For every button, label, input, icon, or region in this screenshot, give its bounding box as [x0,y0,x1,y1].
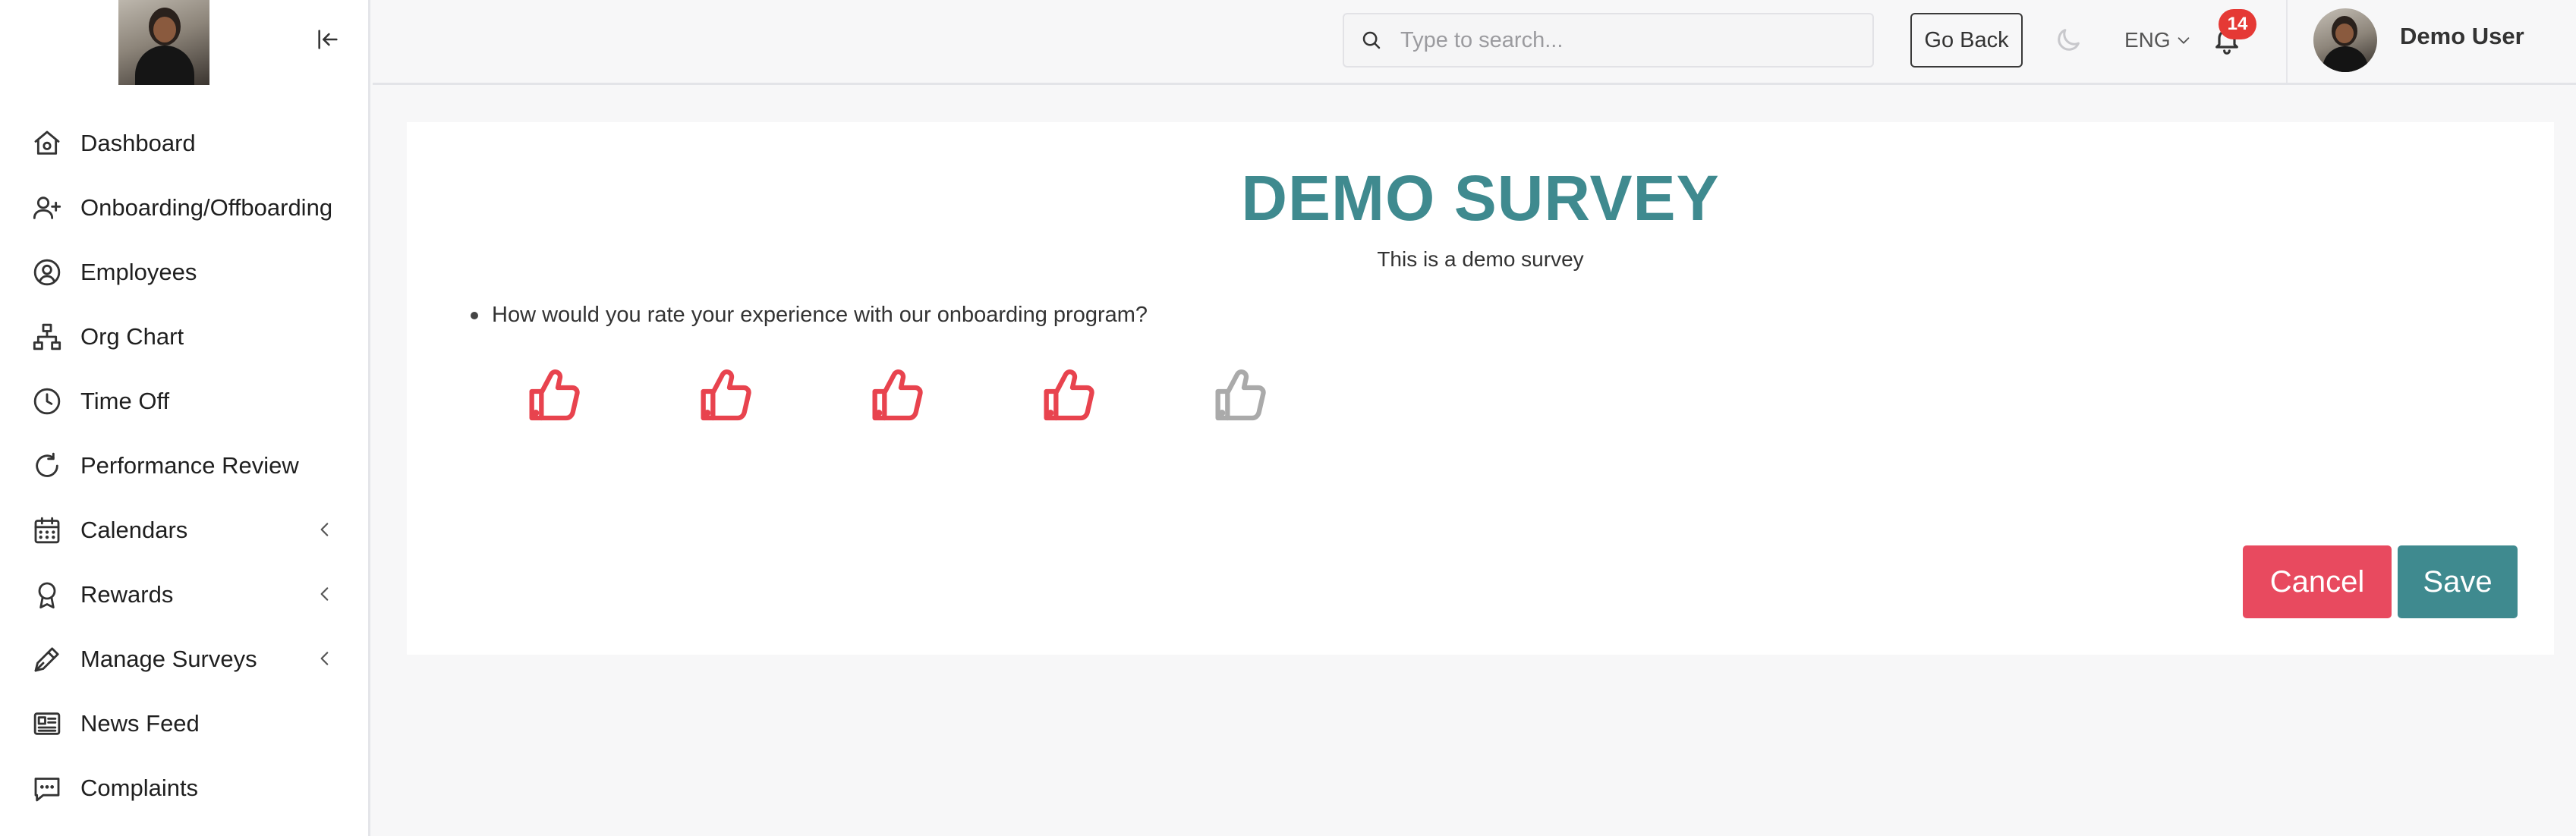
go-back-button[interactable]: Go Back [1910,13,2023,68]
collapse-sidebar-button[interactable] [310,21,346,58]
company-logo[interactable] [118,0,209,85]
sidebar-item-label: News Feed [80,709,200,737]
search-box[interactable] [1343,13,1874,68]
search-input[interactable] [1400,27,1856,53]
sidebar-item-label: Time Off [80,387,170,414]
sidebar-item-label: Rewards [80,580,174,608]
notification-badge: 14 [2219,9,2256,39]
thumbs-up-icon [529,369,580,421]
chevron-left-icon [311,642,339,675]
pen-icon [30,643,64,676]
refresh-icon [30,449,64,482]
sidebar-item-complaints[interactable]: Complaints [0,756,368,820]
sidebar-item-calendars[interactable]: Calendars [0,498,368,562]
sidebar-item-label: Complaints [80,774,199,801]
user-circle-icon [30,256,64,289]
language-selector[interactable]: ENG [2124,23,2192,58]
org-chart-icon [30,320,64,354]
survey-title: DEMO SURVEY [1241,162,1720,234]
top-header: Go Back ENG 14 Demo User [373,0,2576,85]
sidebar-item-performance-review[interactable]: Performance Review [0,433,368,498]
chevron-left-icon [311,513,339,546]
survey-description: This is a demo survey [1377,247,1584,271]
clock-icon [30,385,64,418]
newspaper-icon [30,707,64,740]
survey-question: How would you rate your experience with … [471,303,1148,328]
home-icon [30,127,64,160]
rating-thumb-1[interactable] [524,365,695,441]
sidebar-item-news-feed[interactable]: News Feed [0,691,368,756]
sidebar-item-label: Performance Review [80,451,299,479]
sidebar-item-onboarding-offboarding[interactable]: Onboarding/Offboarding [0,175,368,240]
sidebar-item-org-chart[interactable]: Org Chart [0,304,368,369]
sidebar-item-employees[interactable]: Employees [0,240,368,304]
rating-thumb-4[interactable] [1038,365,1210,441]
chevron-down-icon [2178,37,2190,44]
sidebar: Dashboard Onboarding/Offboarding Employees… [0,0,370,836]
thumbs-up-icon [872,369,923,421]
search-icon [1356,25,1387,55]
thumbs-up-icon [1215,369,1266,421]
bullet-icon [471,311,478,319]
rating-thumb-2[interactable] [695,365,867,441]
sidebar-item-label: Org Chart [80,322,184,350]
dark-mode-toggle[interactable] [2050,22,2086,58]
cancel-button[interactable]: Cancel [2243,545,2392,618]
thumbs-up-icon [1044,369,1094,421]
sidebar-item-label: Dashboard [80,129,196,156]
thumbs-up-icon [701,369,751,421]
message-icon [30,772,64,805]
thumbs-rating [524,365,1381,441]
moon-icon [2058,29,2080,51]
user-plus-icon [30,191,64,225]
rating-thumb-3[interactable] [867,365,1038,441]
avatar[interactable] [2313,8,2377,72]
calendar-icon [30,514,64,547]
collapse-left-icon [318,30,338,49]
sidebar-item-dashboard[interactable]: Dashboard [0,111,368,175]
chevron-left-icon [311,577,339,611]
save-button[interactable]: Save [2398,545,2518,618]
sidebar-item-rewards[interactable]: Rewards [0,562,368,627]
sidebar-item-label: Onboarding/Offboarding [80,193,333,221]
sidebar-nav: Dashboard Onboarding/Offboarding Employees… [0,111,368,820]
sidebar-item-label: Manage Surveys [80,645,257,672]
survey-card: DEMO SURVEY This is a demo survey How wo… [407,122,2554,655]
sidebar-item-label: Employees [80,258,197,285]
sidebar-item-label: Calendars [80,516,188,543]
user-name[interactable]: Demo User [2400,23,2524,50]
sidebar-item-time-off[interactable]: Time Off [0,369,368,433]
question-text: How would you rate your experience with … [492,303,1148,327]
award-icon [30,578,64,611]
language-label: ENG [2124,28,2171,52]
header-divider [2286,0,2288,83]
sidebar-item-manage-surveys[interactable]: Manage Surveys [0,627,368,691]
rating-thumb-5[interactable] [1210,365,1381,441]
